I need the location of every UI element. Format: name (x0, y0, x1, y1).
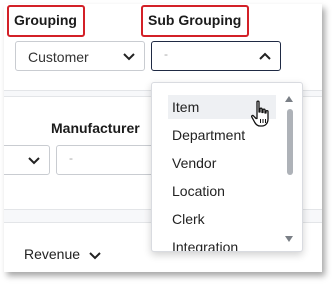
option-label: Clerk (172, 211, 205, 227)
manufacturer-label: Manufacturer (51, 120, 140, 136)
chevron-down-icon (89, 252, 101, 260)
grouping-value: Customer (28, 49, 89, 65)
grouping-label: Grouping (14, 12, 77, 28)
sub-grouping-placeholder: - (164, 47, 168, 61)
dropdown-option[interactable]: Clerk (168, 207, 276, 231)
revenue-dropdown[interactable]: Revenue (24, 246, 101, 262)
scroll-up-icon[interactable] (284, 95, 294, 103)
dropdown-option[interactable]: Location (168, 179, 276, 203)
chevron-down-icon (28, 157, 40, 165)
sub-grouping-dropdown-menu: Item Department Vendor Location Clerk In… (151, 82, 303, 252)
option-label: Location (172, 183, 225, 199)
dropdown-scrollbar[interactable] (284, 95, 294, 243)
dropdown-option[interactable]: Vendor (168, 151, 276, 175)
grouping-select[interactable]: Customer (15, 41, 145, 71)
option-label: Item (172, 99, 200, 115)
dropdown-option[interactable]: Integration (168, 235, 276, 252)
scroll-down-icon[interactable] (284, 235, 294, 243)
sub-grouping-label: Sub Grouping (148, 12, 242, 28)
option-label: Department (172, 127, 246, 143)
option-label: Vendor (172, 155, 217, 171)
manufacturer-placeholder: - (69, 151, 73, 165)
app-frame: Grouping Sub Grouping Customer - Manufac… (4, 4, 322, 272)
option-label: Integration (172, 239, 239, 252)
chevron-up-icon (259, 52, 271, 60)
revenue-label: Revenue (24, 246, 81, 262)
chevron-down-icon (123, 53, 135, 61)
hand-pointer-icon (251, 100, 269, 127)
grouping-panel: Grouping Sub Grouping Customer - (4, 4, 322, 91)
manufacturer-select[interactable]: - (56, 145, 166, 175)
sub-grouping-select[interactable]: - (151, 41, 281, 71)
left-filter-select[interactable] (4, 145, 50, 175)
scrollbar-thumb[interactable] (287, 109, 293, 175)
